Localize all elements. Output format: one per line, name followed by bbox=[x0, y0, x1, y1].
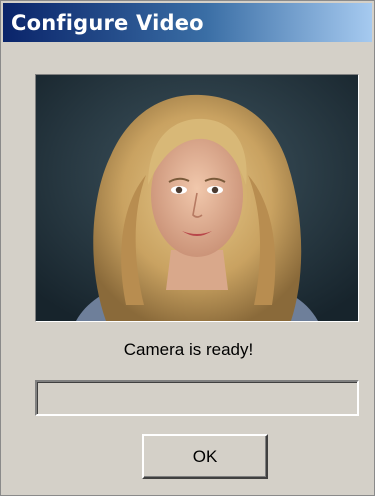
progress-bar bbox=[35, 380, 359, 416]
camera-status-text: Camera is ready! bbox=[123, 340, 254, 359]
ok-button[interactable]: OK bbox=[142, 434, 268, 479]
configure-video-dialog: Configure Video Camera is ready! OK bbox=[0, 0, 375, 496]
video-preview bbox=[35, 74, 359, 322]
window-title: Configure Video bbox=[11, 10, 204, 35]
webcam-preview-image bbox=[36, 75, 358, 321]
title-bar[interactable]: Configure Video bbox=[3, 3, 372, 42]
